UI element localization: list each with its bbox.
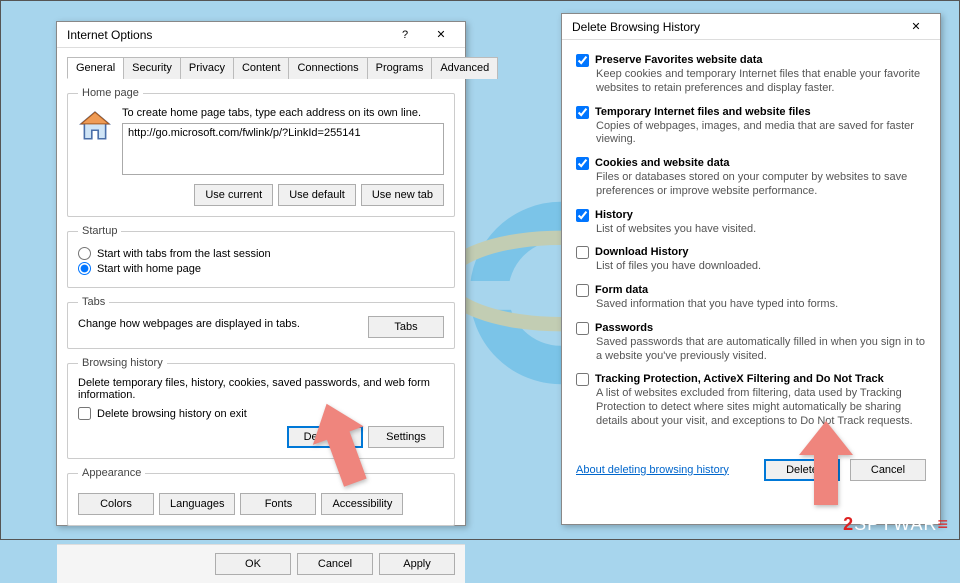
startup-last-session-label: Start with tabs from the last session	[97, 248, 271, 260]
tab-security[interactable]: Security	[123, 57, 181, 79]
internet-options-dialog: Internet Options ? ✕ General Security Pr…	[56, 21, 466, 526]
watermark: 2SPYWAR≡	[843, 514, 949, 535]
tabs-desc: Change how webpages are displayed in tab…	[78, 318, 300, 330]
tabs-button[interactable]: Tabs	[368, 316, 444, 338]
group-appearance: Appearance Colors Languages Fonts Access…	[67, 467, 455, 526]
opt-cookies-label: Cookies and website data	[595, 157, 729, 169]
opt-form-data: Form data Saved information that you hav…	[576, 284, 926, 312]
delete-on-exit-label: Delete browsing history on exit	[97, 408, 247, 420]
delete-browsing-history-dialog: Delete Browsing History ✕ Preserve Favor…	[561, 13, 941, 525]
accessibility-button[interactable]: Accessibility	[321, 493, 403, 515]
opt-tempfiles-desc: Copies of webpages, images, and media th…	[596, 120, 926, 148]
watermark-text: SPYWAR	[854, 514, 937, 534]
opt-temp-files: Temporary Internet files and website fil…	[576, 106, 926, 148]
tab-advanced[interactable]: Advanced	[431, 57, 498, 79]
tab-strip: General Security Privacy Content Connect…	[67, 56, 455, 79]
cancel-button[interactable]: Cancel	[297, 553, 373, 575]
opt-preserve-desc: Keep cookies and temporary Internet file…	[596, 68, 926, 96]
opt-form-desc: Saved information that you have typed in…	[596, 298, 926, 312]
opt-passwords-label: Passwords	[595, 322, 653, 334]
window-title: Delete Browsing History	[572, 20, 898, 34]
dialog-footer: About deleting browsing history Delete C…	[562, 449, 940, 493]
opt-tempfiles-label: Temporary Internet files and website fil…	[595, 106, 811, 118]
titlebar: Delete Browsing History ✕	[562, 14, 940, 40]
delete-on-exit-checkbox[interactable]: Delete browsing history on exit	[78, 407, 444, 420]
home-icon	[78, 109, 112, 143]
opt-passwords: Passwords Saved passwords that are autom…	[576, 322, 926, 364]
opt-preserve-label: Preserve Favorites website data	[595, 54, 763, 66]
opt-form-label: Form data	[595, 284, 648, 296]
checkbox-history[interactable]	[576, 209, 589, 222]
window-title: Internet Options	[67, 28, 387, 42]
tab-privacy[interactable]: Privacy	[180, 57, 234, 79]
use-default-button[interactable]: Use default	[278, 184, 356, 206]
opt-history: History List of websites you have visite…	[576, 209, 926, 237]
checkbox-form[interactable]	[576, 284, 589, 297]
close-button[interactable]: ✕	[898, 16, 934, 38]
group-tabs: Tabs Change how webpages are displayed i…	[67, 296, 455, 349]
help-button[interactable]: ?	[387, 24, 423, 46]
tab-programs[interactable]: Programs	[367, 57, 433, 79]
radio-last-session[interactable]	[78, 247, 91, 260]
group-startup: Startup Start with tabs from the last se…	[67, 225, 455, 288]
opt-preserve-favorites: Preserve Favorites website data Keep coo…	[576, 54, 926, 96]
startup-home-page-label: Start with home page	[97, 263, 201, 275]
group-home-page-legend: Home page	[78, 87, 143, 99]
group-history-legend: Browsing history	[78, 357, 167, 369]
opt-dlhist-label: Download History	[595, 246, 689, 258]
checkbox-cookies[interactable]	[576, 157, 589, 170]
opt-tracking-protection: Tracking Protection, ActiveX Filtering a…	[576, 373, 926, 428]
checkbox-tempfiles[interactable]	[576, 106, 589, 119]
checkbox-tracking[interactable]	[576, 373, 589, 386]
home-page-url-input[interactable]	[122, 123, 444, 175]
colors-button[interactable]: Colors	[78, 493, 154, 515]
group-browsing-history: Browsing history Delete temporary files,…	[67, 357, 455, 459]
checkbox-preserve[interactable]	[576, 54, 589, 67]
radio-home-page[interactable]	[78, 262, 91, 275]
help-icon: ?	[402, 29, 408, 41]
cancel-button[interactable]: Cancel	[850, 459, 926, 481]
group-tabs-legend: Tabs	[78, 296, 109, 308]
startup-last-session-radio[interactable]: Start with tabs from the last session	[78, 247, 444, 260]
opt-tracking-desc: A list of websites excluded from filteri…	[596, 387, 926, 428]
use-current-button[interactable]: Use current	[194, 184, 273, 206]
languages-button[interactable]: Languages	[159, 493, 235, 515]
opt-dlhist-desc: List of files you have downloaded.	[596, 260, 926, 274]
settings-button[interactable]: Settings	[368, 426, 444, 448]
group-appearance-legend: Appearance	[78, 467, 145, 479]
close-icon: ✕	[911, 20, 920, 33]
apply-button[interactable]: Apply	[379, 553, 455, 575]
delete-button[interactable]: Delete	[764, 459, 840, 481]
history-desc: Delete temporary files, history, cookies…	[78, 377, 444, 401]
opt-tracking-label: Tracking Protection, ActiveX Filtering a…	[595, 373, 884, 385]
titlebar: Internet Options ? ✕	[57, 22, 465, 48]
close-button[interactable]: ✕	[423, 24, 459, 46]
group-home-page: Home page To create home page tabs, type…	[67, 87, 455, 217]
close-icon: ✕	[436, 28, 445, 41]
opt-cookies-desc: Files or databases stored on your comput…	[596, 171, 926, 199]
opt-passwords-desc: Saved passwords that are automatically f…	[596, 336, 926, 364]
tab-connections[interactable]: Connections	[288, 57, 367, 79]
about-link[interactable]: About deleting browsing history	[576, 464, 729, 476]
dialog-footer: OK Cancel Apply	[57, 544, 465, 583]
opt-history-desc: List of websites you have visited.	[596, 223, 926, 237]
checkbox-delete-on-exit[interactable]	[78, 407, 91, 420]
ok-button[interactable]: OK	[215, 553, 291, 575]
home-page-desc: To create home page tabs, type each addr…	[122, 107, 421, 119]
opt-cookies: Cookies and website data Files or databa…	[576, 157, 926, 199]
tab-content[interactable]: Content	[233, 57, 290, 79]
startup-home-page-radio[interactable]: Start with home page	[78, 262, 444, 275]
checkbox-dlhist[interactable]	[576, 246, 589, 259]
checkbox-passwords[interactable]	[576, 322, 589, 335]
use-new-tab-button[interactable]: Use new tab	[361, 184, 444, 206]
delete-button[interactable]: Delete…	[287, 426, 363, 448]
group-startup-legend: Startup	[78, 225, 121, 237]
tab-general[interactable]: General	[67, 57, 124, 79]
fonts-button[interactable]: Fonts	[240, 493, 316, 515]
opt-history-label: History	[595, 209, 633, 221]
opt-download-history: Download History List of files you have …	[576, 246, 926, 274]
